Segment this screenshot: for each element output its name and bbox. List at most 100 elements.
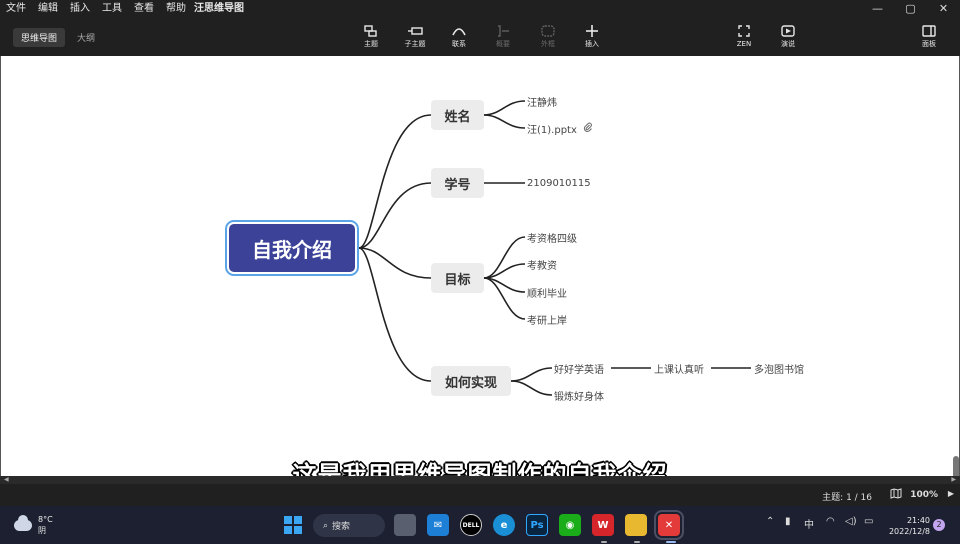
volume-icon[interactable]: ◁)	[845, 516, 857, 527]
menu-tools[interactable]: 工具	[96, 0, 128, 18]
map-icon[interactable]	[890, 488, 902, 502]
topic-goals[interactable]: 目标	[431, 263, 484, 293]
subtopic-student-id[interactable]: 2109010115	[527, 176, 591, 190]
attachment-filename: 汪(1).pptx	[527, 124, 577, 136]
wechat-icon[interactable]: ◉	[559, 514, 581, 536]
connector-root-id	[358, 182, 432, 249]
subtopic-attachment[interactable]: 汪(1).pptx	[527, 121, 593, 136]
insert-label: 插入	[585, 40, 599, 48]
relationship-label: 联系	[452, 40, 466, 48]
dell-icon[interactable]: DELL	[460, 514, 482, 536]
weather-temp: 8°C	[38, 515, 53, 524]
panel-label: 面板	[922, 40, 936, 48]
weather-desc: 阴	[38, 526, 46, 535]
plus-icon	[570, 22, 614, 39]
minimize-button[interactable]: —	[861, 0, 894, 18]
taskbar: 8°C 阴 ⌕ 搜索 ✉ DELL e Ps ◉ W ✕ ⌃ ▮ 中 ◠ ◁) …	[0, 506, 960, 544]
close-button[interactable]: ✕	[927, 0, 960, 18]
pitch-button[interactable]: 演说	[766, 22, 810, 52]
notification-badge[interactable]: 2	[933, 519, 945, 531]
menu-help[interactable]: 帮助	[160, 0, 192, 18]
menu-bar: 文件 编辑 插入 工具 查看 帮助 汪思维导图 — ▢ ✕	[0, 0, 960, 18]
taskbar-search[interactable]: ⌕ 搜索	[313, 514, 385, 537]
edge-icon[interactable]: e	[493, 514, 515, 536]
tab-outline[interactable]: 大纲	[69, 28, 103, 47]
task-view-icon[interactable]	[394, 514, 416, 536]
connector-root-goal	[358, 247, 432, 279]
menu-file[interactable]: 文件	[0, 0, 32, 18]
summary-button[interactable]: 概要	[481, 22, 525, 52]
summary-icon	[481, 22, 525, 39]
subtopic-name[interactable]: 汪静炜	[527, 94, 557, 109]
menu-edit[interactable]: 编辑	[32, 0, 64, 18]
subtopic-chain-2[interactable]: 多泡图书馆	[754, 361, 804, 376]
pitch-icon	[766, 22, 810, 39]
chevron-up-icon[interactable]: ⌃	[766, 516, 774, 527]
scroll-right-icon[interactable]: ▶	[951, 476, 956, 484]
scroll-left-icon[interactable]: ◀	[4, 476, 9, 484]
boundary-button[interactable]: 外框	[526, 22, 570, 52]
topic-name[interactable]: 姓名	[431, 100, 484, 130]
pitch-label: 演说	[781, 40, 795, 48]
weather-widget[interactable]: 8°C 阴	[14, 514, 53, 536]
subtopic-goal-4[interactable]: 考研上岸	[527, 312, 567, 327]
connector-goal-0	[483, 236, 526, 279]
window-title: 汪思维导图	[194, 3, 244, 14]
subtopic-button[interactable]: 子主题	[393, 22, 437, 52]
panel-icon	[907, 22, 951, 39]
paperclip-icon[interactable]	[583, 122, 593, 135]
topic-icon	[349, 22, 393, 39]
connector-how-1	[510, 380, 553, 396]
connector-name-0	[483, 100, 526, 116]
maximize-button[interactable]: ▢	[894, 0, 927, 18]
root-topic[interactable]: 自我介绍	[225, 220, 359, 276]
topic-student-id[interactable]: 学号	[431, 168, 484, 198]
subtopic-how-1[interactable]: 好好学英语	[554, 361, 604, 376]
view-tabs: 思维导图 大纲	[13, 28, 103, 47]
subtopic-label: 子主题	[404, 40, 426, 48]
topic-label: 主题	[364, 40, 378, 48]
clock-time: 21:40	[906, 516, 930, 525]
menu-view[interactable]: 查看	[128, 0, 160, 18]
subtopic-goal-3[interactable]: 顺利毕业	[527, 285, 567, 300]
ime-indicator[interactable]: 中	[804, 516, 814, 531]
battery-icon[interactable]: ▭	[864, 516, 873, 527]
horizontal-scrollbar[interactable]: ◀ ▶	[0, 476, 960, 484]
clock-date: 2022/12/8	[888, 527, 930, 536]
subtopic-how-2[interactable]: 锻炼好身体	[554, 388, 604, 403]
screen: 文件 编辑 插入 工具 查看 帮助 汪思维导图 — ▢ ✕ 思维导图 大纲 主题…	[0, 0, 960, 544]
relationship-button[interactable]: 联系	[437, 22, 481, 52]
subtopic-chain-1[interactable]: 上课认真听	[654, 361, 704, 376]
zen-icon	[722, 22, 766, 39]
subtopic-goal-2[interactable]: 考教资	[527, 257, 557, 272]
panel-button[interactable]: 面板	[907, 22, 951, 52]
start-icon[interactable]	[282, 514, 304, 536]
mindmap-canvas[interactable]: 自我介绍 姓名 学号 目标 如何实现 汪静炜 汪(1).pptx 2109010…	[0, 56, 960, 496]
clock[interactable]: 21:40 2022/12/8	[889, 515, 930, 537]
connector-how-0	[510, 367, 553, 382]
topic-how[interactable]: 如何实现	[431, 366, 511, 396]
xmind-icon[interactable]: ✕	[654, 510, 684, 540]
wps-icon[interactable]: W	[592, 514, 614, 536]
zoom-dropdown-icon[interactable]: ▶	[948, 489, 954, 498]
zen-button[interactable]: ZEN	[722, 22, 766, 52]
subtopic-goal-1[interactable]: 考资格四级	[527, 230, 577, 245]
menu-insert[interactable]: 插入	[64, 0, 96, 18]
insert-button[interactable]: 插入	[570, 22, 614, 52]
search-icon: ⌕	[323, 520, 329, 531]
window-controls: — ▢ ✕	[861, 0, 960, 18]
mail-icon[interactable]: ✉	[427, 514, 449, 536]
tab-mindmap[interactable]: 思维导图	[13, 28, 66, 47]
boundary-label: 外框	[541, 40, 555, 48]
search-label: 搜索	[332, 522, 351, 532]
topic-count: 主题: 1 / 16	[822, 493, 872, 503]
zoom-level[interactable]: 100%	[910, 490, 938, 500]
usb-icon[interactable]: ▮	[785, 516, 791, 527]
photoshop-icon[interactable]: Ps	[526, 514, 548, 536]
topic-button[interactable]: 主题	[349, 22, 393, 52]
folder-icon[interactable]	[625, 514, 647, 536]
subtopic-icon	[393, 22, 437, 39]
wifi-icon[interactable]: ◠	[826, 516, 835, 527]
running-indicator	[634, 541, 640, 543]
summary-label: 概要	[496, 40, 510, 48]
